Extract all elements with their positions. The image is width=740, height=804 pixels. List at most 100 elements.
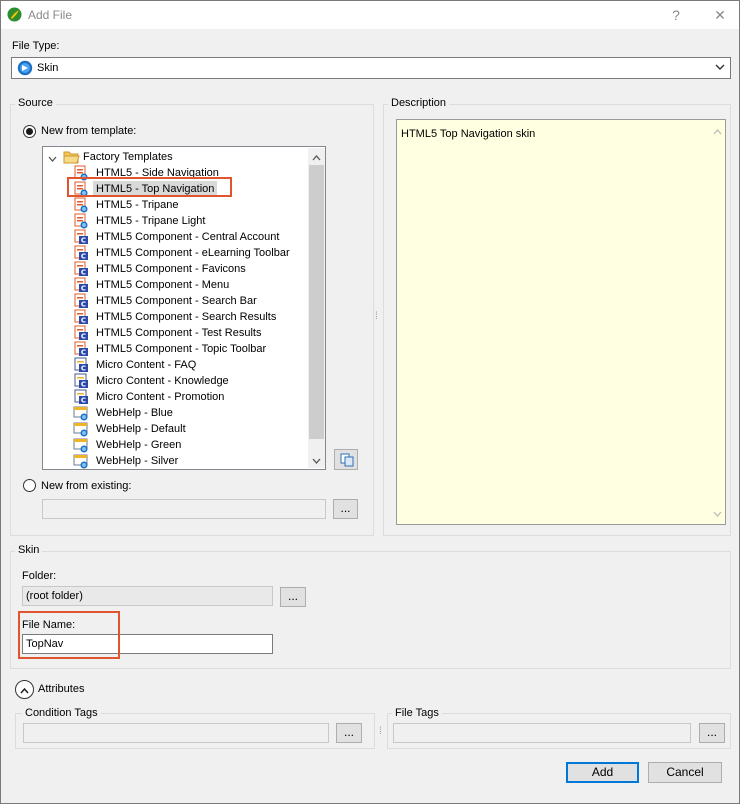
folder-browse-button[interactable]: ... <box>280 587 306 607</box>
tree-item[interactable]: HTML5 - Tripane <box>73 197 305 213</box>
description-scrollbar <box>709 120 725 524</box>
template-tree[interactable]: Factory Templates HTML5 - Side Navigatio… <box>42 146 326 470</box>
copy-icon <box>339 452 355 468</box>
title-bar: Add File ? ✕ <box>1 1 739 29</box>
tree-item[interactable]: C Micro Content - Promotion <box>73 389 305 405</box>
micro-content-icon: C <box>73 373 89 389</box>
file-type-value: Skin <box>37 62 59 74</box>
splitter-grip-icon[interactable]: ⁞ <box>375 311 378 322</box>
tree-item[interactable]: C HTML5 Component - Search Results <box>73 309 305 325</box>
tree-scroll-thumb[interactable] <box>309 165 324 439</box>
svg-text:C: C <box>81 333 86 341</box>
tree-root-label: Factory Templates <box>83 151 173 163</box>
tree-item[interactable]: C HTML5 Component - Topic Toolbar <box>73 341 305 357</box>
tree-item-label: HTML5 Component - Menu <box>96 279 230 291</box>
file-name-label: File Name: <box>22 619 76 631</box>
svg-text:C: C <box>81 365 86 373</box>
webhelp-icon <box>73 437 89 453</box>
condition-tags-input <box>23 723 329 743</box>
app-logo-icon <box>7 7 22 22</box>
tree-item[interactable]: C Micro Content - Knowledge <box>73 373 305 389</box>
file-tags-browse-button[interactable]: ... <box>699 723 725 743</box>
html5-skin-icon <box>73 165 89 181</box>
tree-item-label: HTML5 Component - eLearning Toolbar <box>96 247 290 259</box>
micro-content-icon: C <box>73 357 89 373</box>
tree-item-label: WebHelp - Silver <box>96 455 179 467</box>
svg-text:C: C <box>81 381 86 389</box>
tree-item-label: WebHelp - Green <box>96 439 182 451</box>
webhelp-icon <box>73 421 89 437</box>
svg-text:C: C <box>81 253 86 261</box>
description-text: HTML5 Top Navigation skin <box>401 128 536 140</box>
scroll-up-icon[interactable] <box>312 152 321 161</box>
file-tags-input <box>393 723 691 743</box>
html5-component-icon: C <box>73 293 89 309</box>
tree-item-label: Micro Content - Promotion <box>96 391 225 403</box>
file-name-input[interactable]: TopNav <box>22 634 273 654</box>
close-button[interactable]: ✕ <box>708 5 732 25</box>
existing-file-input <box>42 499 326 519</box>
attributes-label[interactable]: Attributes <box>38 683 84 695</box>
html5-skin-icon <box>73 181 89 197</box>
new-from-existing-label[interactable]: New from existing: <box>41 480 131 492</box>
new-from-existing-radio[interactable] <box>23 479 36 492</box>
micro-content-icon: C <box>73 389 89 405</box>
description-box: HTML5 Top Navigation skin <box>396 119 726 525</box>
tree-item-label: HTML5 - Top Navigation <box>93 181 218 197</box>
tree-item-label: HTML5 Component - Topic Toolbar <box>96 343 267 355</box>
tree-item[interactable]: WebHelp - Green <box>73 437 305 453</box>
tree-item[interactable]: C HTML5 Component - Search Bar <box>73 293 305 309</box>
webhelp-icon <box>73 453 89 469</box>
file-tags-label: File Tags <box>392 707 442 719</box>
tree-item-label: HTML5 - Tripane Light <box>96 215 206 227</box>
html5-component-icon: C <box>73 261 89 277</box>
chevron-down-icon <box>714 61 726 73</box>
tree-item-label: Micro Content - FAQ <box>96 359 197 371</box>
help-button[interactable]: ? <box>664 5 688 25</box>
html5-component-icon: C <box>73 309 89 325</box>
tree-item-label: HTML5 Component - Central Account <box>96 231 280 243</box>
html5-skin-icon <box>73 197 89 213</box>
file-type-label: File Type: <box>12 40 60 52</box>
tree-item-label: HTML5 Component - Search Bar <box>96 295 257 307</box>
cancel-button[interactable]: Cancel <box>648 762 722 783</box>
tree-item[interactable]: HTML5 - Top Navigation <box>73 181 305 197</box>
tree-item[interactable]: HTML5 - Tripane Light <box>73 213 305 229</box>
html5-component-icon: C <box>73 277 89 293</box>
new-from-template-label[interactable]: New from template: <box>41 125 136 137</box>
new-from-template-radio[interactable] <box>23 125 36 138</box>
copy-template-button[interactable] <box>334 449 358 470</box>
existing-browse-button[interactable]: ... <box>333 499 358 519</box>
collapse-arrow-icon[interactable] <box>48 153 57 162</box>
svg-text:C: C <box>81 317 86 325</box>
html5-component-icon: C <box>73 325 89 341</box>
tree-scrollbar[interactable] <box>308 148 325 468</box>
tree-item[interactable]: C HTML5 Component - Favicons <box>73 261 305 277</box>
tree-item[interactable]: C HTML5 Component - Menu <box>73 277 305 293</box>
tree-root-row[interactable]: Factory Templates <box>43 149 313 165</box>
svg-text:C: C <box>81 237 86 245</box>
scroll-down-icon <box>713 510 722 519</box>
html5-component-icon: C <box>73 245 89 261</box>
tree-item[interactable]: C HTML5 Component - eLearning Toolbar <box>73 245 305 261</box>
add-button[interactable]: Add <box>566 762 639 783</box>
folder-input: (root folder) <box>22 586 273 606</box>
html5-skin-icon <box>73 213 89 229</box>
tree-item[interactable]: C HTML5 Component - Test Results <box>73 325 305 341</box>
tree-item[interactable]: WebHelp - Silver <box>73 453 305 469</box>
splitter-grip-icon[interactable]: ⁞ <box>379 726 382 737</box>
attributes-toggle-button[interactable] <box>15 680 34 699</box>
tree-item-label: Micro Content - Knowledge <box>96 375 229 387</box>
tree-item[interactable]: C HTML5 Component - Central Account <box>73 229 305 245</box>
svg-text:C: C <box>81 269 86 277</box>
condition-tags-browse-button[interactable]: ... <box>336 723 362 743</box>
file-type-select[interactable]: Skin <box>11 57 731 79</box>
tree-item[interactable]: HTML5 - Side Navigation <box>73 165 305 181</box>
tree-item[interactable]: C Micro Content - FAQ <box>73 357 305 373</box>
add-file-dialog: Add File ? ✕ File Type: Skin Source New … <box>0 0 740 804</box>
scroll-down-icon[interactable] <box>312 455 321 464</box>
tree-item-label: HTML5 Component - Favicons <box>96 263 246 275</box>
chevron-up-icon <box>20 685 29 694</box>
tree-item[interactable]: WebHelp - Blue <box>73 405 305 421</box>
tree-item[interactable]: WebHelp - Default <box>73 421 305 437</box>
